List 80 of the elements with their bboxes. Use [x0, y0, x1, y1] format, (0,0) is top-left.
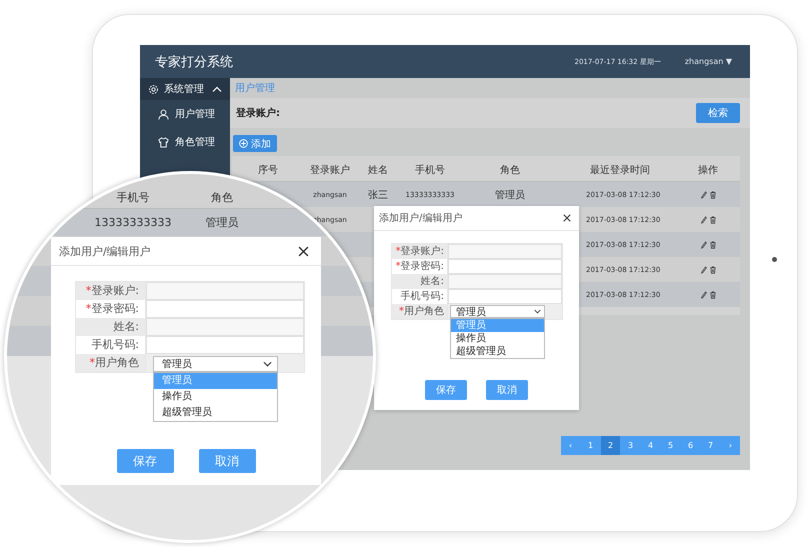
trash-icon[interactable] [710, 266, 716, 274]
plus-circle-icon [239, 139, 248, 148]
sidebar-item[interactable]: 角色管理 [140, 128, 230, 156]
column-header: 最近登录时间 [589, 164, 651, 177]
input-field[interactable] [448, 289, 562, 304]
pencil-icon[interactable] [700, 190, 706, 198]
input-field[interactable] [146, 336, 304, 354]
trash-icon[interactable] [710, 240, 716, 248]
dialog-title: 添加用户/编辑用户 [379, 212, 462, 225]
field-label: 手机号码: [91, 338, 139, 351]
table-cell: 张三 [368, 190, 388, 200]
pencil-icon[interactable] [700, 240, 706, 248]
input-field[interactable] [146, 282, 304, 300]
pencil-icon[interactable] [700, 290, 706, 298]
required-mark: * [86, 284, 92, 297]
save-button[interactable]: 保存 [116, 449, 174, 473]
input-field[interactable] [448, 274, 562, 289]
close-icon[interactable] [563, 214, 571, 222]
field-label: 登录密码: [400, 261, 444, 272]
dropdown-option[interactable]: 操作员 [154, 389, 277, 405]
table-cell-text: 13333333333 [94, 216, 172, 229]
field-label: 用户角色 [95, 356, 139, 369]
dropdown-option[interactable]: 管理员 [154, 373, 277, 389]
dropdown-option[interactable]: 超级管理员 [154, 405, 277, 421]
sidebar-item[interactable]: 用户管理 [140, 100, 230, 128]
pencil-icon[interactable] [700, 266, 706, 274]
trash-icon[interactable] [710, 190, 716, 198]
home-button-dot[interactable] [772, 257, 777, 262]
breadcrumb[interactable]: 用户管理 [235, 81, 275, 95]
menu-group-label: 系统管理 [164, 82, 204, 96]
trash-icon[interactable] [710, 216, 716, 224]
column-header: 角色 [499, 164, 521, 177]
role-dropdown[interactable]: 管理员 [153, 356, 278, 372]
menu-group[interactable]: 系统管理 [140, 78, 230, 100]
field-label: 登录账户: [91, 284, 139, 297]
required-mark: * [396, 246, 401, 257]
column-header: 登录账户 [309, 164, 351, 177]
input-field[interactable] [146, 318, 304, 336]
field-label: 用户角色 [404, 306, 444, 317]
column-header: 姓名 [367, 164, 389, 177]
required-mark: * [396, 261, 401, 272]
shirt-icon [158, 136, 169, 148]
input-field[interactable] [448, 259, 562, 274]
pencil-icon[interactable] [700, 216, 706, 224]
save-button[interactable]: 保存 [425, 380, 467, 400]
search-label: 登录账户: [236, 106, 280, 120]
field-label: 手机号码: [400, 291, 444, 302]
close-icon[interactable] [298, 246, 309, 256]
app-title: 专家打分系统 [155, 54, 233, 70]
required-mark: * [86, 302, 92, 315]
required-mark: * [90, 356, 95, 369]
required-mark: * [399, 306, 404, 317]
input-field[interactable] [448, 244, 562, 259]
gear-icon [148, 84, 159, 94]
add-button[interactable]: 添加 [233, 135, 277, 152]
table-cell: 管理员 [495, 190, 525, 200]
column-header: 角色 [210, 190, 234, 205]
dropdown-option[interactable]: 操作员 [451, 332, 544, 345]
caret-icon [263, 361, 272, 367]
cancel-button[interactable]: 取消 [486, 380, 528, 400]
field-label: 登录账户: [400, 246, 444, 257]
person-icon [158, 108, 169, 120]
cancel-button[interactable]: 取消 [198, 449, 256, 473]
user-menu[interactable]: zhangsan ▼ [684, 57, 732, 66]
page-button[interactable]: 2 [601, 436, 620, 455]
search-button[interactable]: 检索 [696, 103, 740, 123]
column-header: 序号 [257, 164, 279, 177]
field-label: 姓名: [420, 276, 444, 287]
column-header: 手机号 [116, 190, 150, 205]
dropdown-option[interactable]: 超级管理员 [451, 345, 544, 358]
field-label: 登录密码: [91, 302, 139, 315]
dialog-title: 添加用户/编辑用户 [59, 244, 151, 258]
column-header: 操作 [697, 164, 719, 177]
role-dropdown[interactable]: 管理员 [450, 305, 545, 318]
field-label: 姓名: [113, 320, 139, 333]
dropdown-option[interactable]: 管理员 [451, 319, 544, 332]
caret-icon [534, 309, 541, 314]
trash-icon[interactable] [710, 290, 716, 298]
input-field[interactable] [146, 300, 304, 318]
column-header: 手机号 [414, 164, 446, 177]
